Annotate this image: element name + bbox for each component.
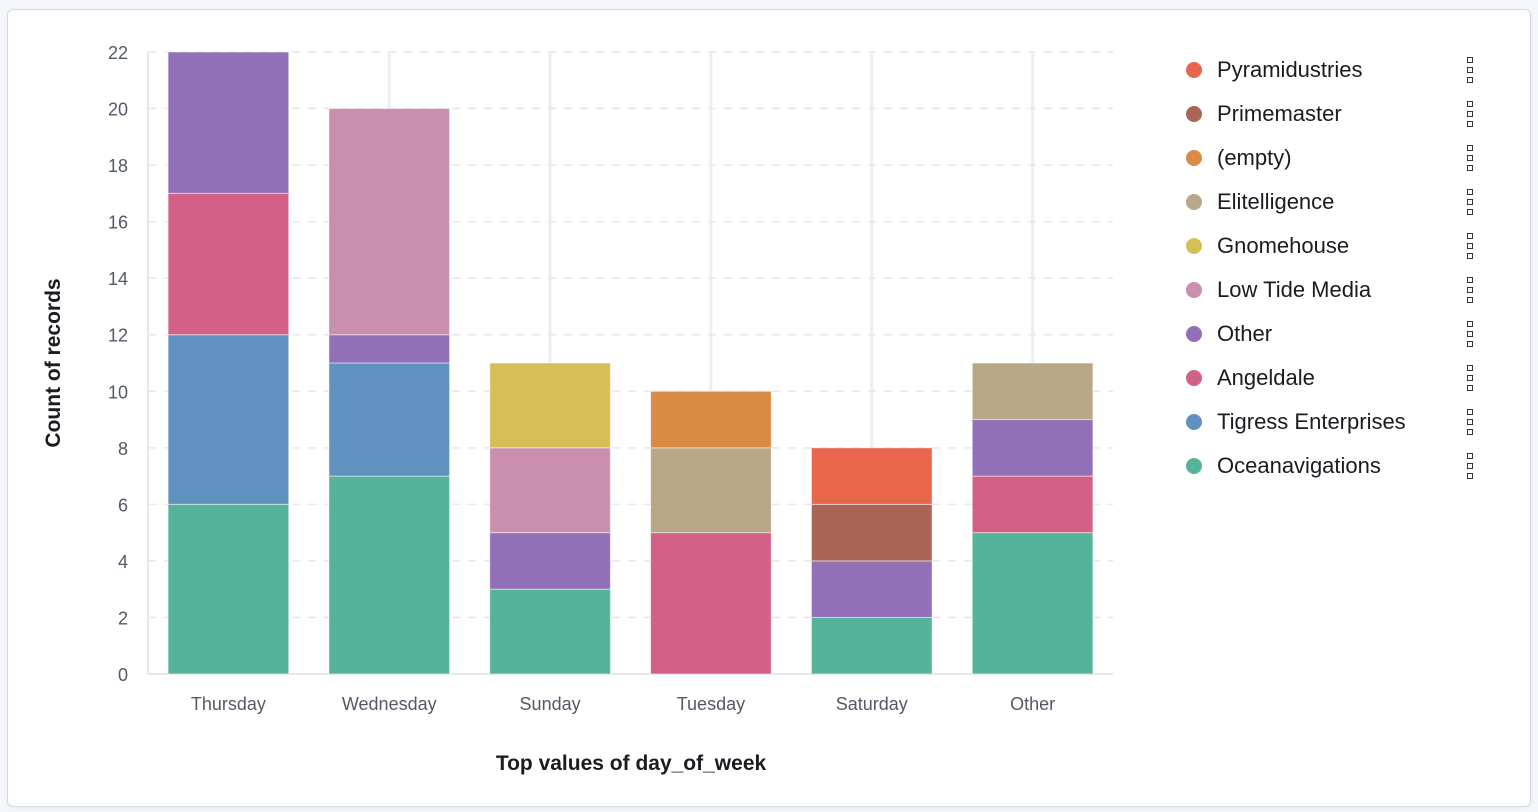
bar-segment[interactable] <box>489 362 611 449</box>
legend-label: Other <box>1217 321 1273 346</box>
y-axis-ticks: 0 2 4 6 8 10 12 14 16 18 20 22 <box>108 43 128 685</box>
legend-color-dot-icon <box>1186 62 1202 78</box>
y-tick-label: 16 <box>108 213 128 233</box>
x-tick-label: Sunday <box>520 694 581 714</box>
bar-segment[interactable] <box>328 362 451 477</box>
legend-color-dot-icon <box>1186 150 1202 166</box>
legend-color-dot-icon <box>1186 370 1202 386</box>
bar-segment[interactable] <box>971 419 1094 477</box>
bar-segment[interactable] <box>810 503 933 562</box>
legend-item[interactable]: Pyramidustries <box>1180 48 1500 92</box>
legend-label: Tigress Enterprises <box>1217 409 1406 434</box>
y-tick-label: 0 <box>118 665 128 685</box>
legend-color-dot-icon <box>1186 238 1202 254</box>
bar-segment[interactable] <box>489 588 611 675</box>
legend-color-dot-icon <box>1186 194 1202 210</box>
bar-segment[interactable] <box>971 362 1094 421</box>
bar-segment[interactable] <box>489 532 611 590</box>
bar-segment[interactable] <box>810 616 933 675</box>
legend-label: Angeldale <box>1217 365 1315 390</box>
legend-item-menu-icon[interactable] <box>1460 57 1480 83</box>
bars <box>167 51 1094 675</box>
legend-item[interactable]: Gnomehouse <box>1180 224 1500 268</box>
y-tick-label: 2 <box>118 608 128 628</box>
bar-segment[interactable] <box>971 532 1094 675</box>
bar-segment[interactable] <box>489 447 611 534</box>
x-tick-label: Tuesday <box>677 694 745 714</box>
bar-segment[interactable] <box>328 108 451 336</box>
grid-lines <box>147 51 1113 675</box>
y-tick-label: 4 <box>118 552 128 572</box>
legend-label: (empty) <box>1217 145 1292 170</box>
bar-segment[interactable] <box>167 503 290 675</box>
legend-item-menu-icon[interactable] <box>1460 409 1480 435</box>
legend-item[interactable]: (empty) <box>1180 136 1500 180</box>
legend-color-dot-icon <box>1186 326 1202 342</box>
legend-color-dot-icon <box>1186 282 1202 298</box>
legend: Pyramidustries Primemaster (empty) Elitelli… <box>1180 48 1500 488</box>
legend-item-menu-icon[interactable] <box>1460 277 1480 303</box>
y-tick-label: 6 <box>118 495 128 515</box>
x-tick-label: Saturday <box>836 694 908 714</box>
legend-item[interactable]: Elitelligence <box>1180 180 1500 224</box>
x-axis-title: Top values of day_of_week <box>496 752 767 775</box>
legend-label: Gnomehouse <box>1217 233 1350 258</box>
y-tick-label: 10 <box>108 382 128 402</box>
legend-item[interactable]: Angeldale <box>1180 356 1500 400</box>
legend-item[interactable]: Oceanavigations <box>1180 444 1500 488</box>
legend-item-menu-icon[interactable] <box>1460 145 1480 171</box>
legend-item-menu-icon[interactable] <box>1460 189 1480 215</box>
legend-item[interactable]: Other <box>1180 312 1500 356</box>
bar-segment[interactable] <box>328 334 451 364</box>
legend-label: Primemaster <box>1217 101 1342 126</box>
legend-item-menu-icon[interactable] <box>1460 321 1480 347</box>
legend-item[interactable]: Low Tide Media <box>1180 268 1500 312</box>
legend-label: Pyramidustries <box>1217 57 1363 82</box>
legend-label: Low Tide Media <box>1217 277 1372 302</box>
bar-segment[interactable] <box>971 475 1094 534</box>
bar-segment[interactable] <box>167 51 290 194</box>
bar-segment[interactable] <box>650 532 772 675</box>
y-tick-label: 8 <box>118 439 128 459</box>
y-tick-label: 14 <box>108 269 128 289</box>
legend-item-menu-icon[interactable] <box>1460 365 1480 391</box>
legend-item[interactable]: Primemaster <box>1180 92 1500 136</box>
x-tick-label: Other <box>1010 694 1055 714</box>
legend-item-menu-icon[interactable] <box>1460 101 1480 127</box>
legend-color-dot-icon <box>1186 106 1202 122</box>
legend-item-menu-icon[interactable] <box>1460 453 1480 479</box>
x-axis-ticks: Thursday Wednesday Sunday Tuesday Saturday Ot… <box>191 694 1055 714</box>
legend-item-menu-icon[interactable] <box>1460 233 1480 259</box>
bar-segment[interactable] <box>167 334 290 505</box>
y-tick-label: 20 <box>108 100 128 120</box>
legend-label: Elitelligence <box>1217 189 1335 214</box>
bar-segment[interactable] <box>810 560 933 618</box>
x-tick-label: Wednesday <box>342 694 437 714</box>
bar-segment[interactable] <box>650 447 772 534</box>
legend-color-dot-icon <box>1186 458 1202 474</box>
legend-label: Oceanavigations <box>1217 453 1381 478</box>
y-tick-label: 18 <box>108 156 128 176</box>
bar-segment[interactable] <box>810 447 933 505</box>
y-tick-label: 12 <box>108 326 128 346</box>
x-tick-label: Thursday <box>191 694 266 714</box>
bar-segment[interactable] <box>167 192 290 336</box>
bar-segment[interactable] <box>650 390 772 449</box>
y-tick-label: 22 <box>108 43 128 63</box>
bar-segment[interactable] <box>328 475 451 675</box>
legend-color-dot-icon <box>1186 414 1202 430</box>
legend-item[interactable]: Tigress Enterprises <box>1180 400 1500 444</box>
y-axis-title: Count of records <box>42 278 65 447</box>
